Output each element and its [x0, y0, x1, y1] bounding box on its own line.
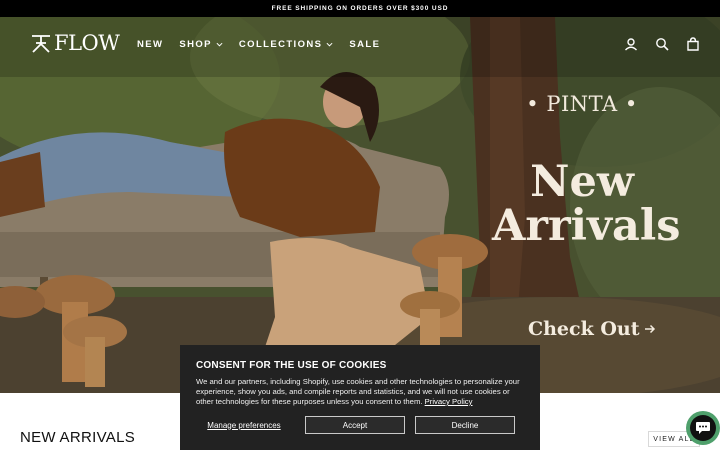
storefront-page: FREE SHIPPING ON ORDERS OVER $300 USD FL…	[0, 0, 720, 450]
chevron-down-icon	[326, 42, 333, 47]
announcement-text: FREE SHIPPING ON ORDERS OVER $300 USD	[271, 5, 449, 12]
chat-launcher-button[interactable]	[686, 411, 720, 445]
header-icons	[624, 37, 700, 51]
nav-item-label: COLLECTIONS	[238, 39, 323, 50]
site-header: FLOW NEW SHOP COLLECTIONS SALE	[0, 17, 720, 71]
privacy-policy-link[interactable]: Privacy Policy	[425, 397, 473, 406]
announcement-bar: FREE SHIPPING ON ORDERS OVER $300 USD	[0, 0, 720, 17]
section-title: NEW ARRIVALS	[20, 429, 136, 446]
hero-headline-line-2: Arrivals	[492, 201, 681, 251]
logo-mark-icon	[32, 35, 50, 53]
main-nav: NEW SHOP COLLECTIONS SALE	[137, 39, 380, 50]
hero-brand-line: • PINTA •	[526, 92, 638, 116]
nav-item-label: SALE	[349, 39, 381, 50]
hero-headline-line-1: New	[530, 157, 634, 207]
chat-icon	[696, 422, 710, 434]
chat-bubble	[690, 415, 716, 441]
nav-item-label: NEW	[137, 39, 164, 50]
hero-cta-link[interactable]: Check Out	[528, 318, 656, 340]
cart-icon[interactable]	[686, 37, 700, 51]
nav-item-collections[interactable]: COLLECTIONS	[239, 39, 333, 50]
cookie-actions: Manage preferences Accept Decline	[196, 416, 524, 434]
account-icon[interactable]	[624, 37, 638, 51]
cookie-body: We and our partners, including Shopify, …	[196, 377, 524, 407]
manage-preferences-button[interactable]: Manage preferences	[196, 421, 292, 430]
decline-button[interactable]: Decline	[415, 416, 515, 434]
arrow-right-icon	[644, 324, 655, 334]
accept-button[interactable]: Accept	[305, 416, 405, 434]
chevron-down-icon	[216, 42, 223, 47]
hero-cta-label: Check Out	[528, 318, 640, 340]
cookie-consent-banner: CONSENT FOR THE USE OF COOKIES We and ou…	[180, 345, 540, 450]
cookie-title: CONSENT FOR THE USE OF COOKIES	[196, 360, 387, 371]
search-icon[interactable]	[655, 37, 669, 51]
nav-item-sale[interactable]: SALE	[349, 39, 380, 50]
nav-item-shop[interactable]: SHOP	[179, 39, 223, 50]
logo-text: FLOW	[54, 31, 120, 55]
nav-item-label: SHOP	[179, 39, 212, 50]
nav-item-new[interactable]: NEW	[137, 39, 163, 50]
hero-headline: New Arrivals	[492, 157, 681, 251]
logo[interactable]: FLOW	[30, 30, 120, 56]
